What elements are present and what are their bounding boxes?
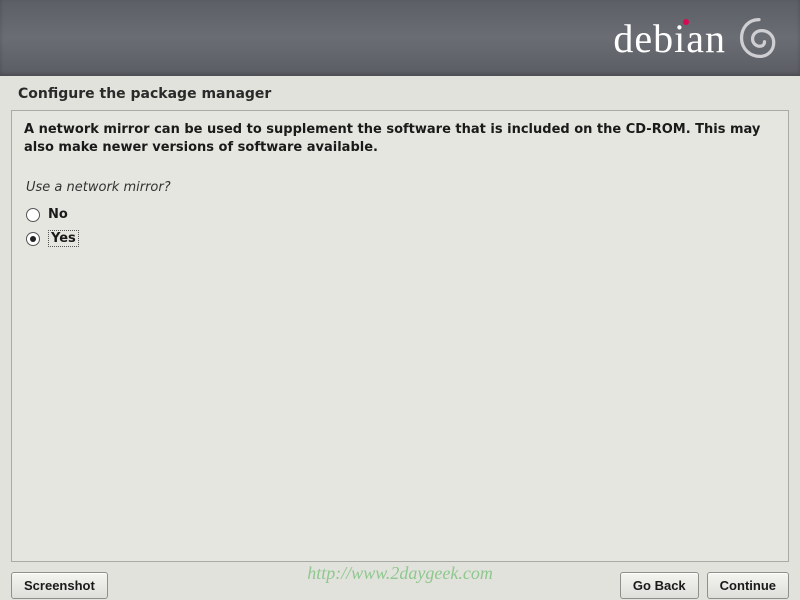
radio-icon [26, 232, 40, 246]
panel-prompt: Use a network mirror? [24, 180, 776, 195]
radio-icon [26, 208, 40, 222]
go-back-button[interactable]: Go Back [620, 572, 699, 599]
radio-option-yes[interactable]: Yes [24, 230, 776, 247]
header: debian [0, 0, 800, 76]
main-panel: A network mirror can be used to suppleme… [11, 110, 789, 562]
radio-label: Yes [48, 230, 79, 247]
radio-label: No [48, 207, 68, 222]
screenshot-button[interactable]: Screenshot [11, 572, 108, 599]
radio-option-no[interactable]: No [24, 207, 776, 222]
continue-button[interactable]: Continue [707, 572, 789, 599]
debian-swirl-icon [736, 15, 782, 61]
panel-description: A network mirror can be used to suppleme… [24, 121, 776, 156]
page-title: Configure the package manager [0, 76, 800, 110]
debian-logo-text: debian [613, 15, 726, 62]
bottom-bar: Screenshot Go Back Continue [0, 562, 800, 600]
